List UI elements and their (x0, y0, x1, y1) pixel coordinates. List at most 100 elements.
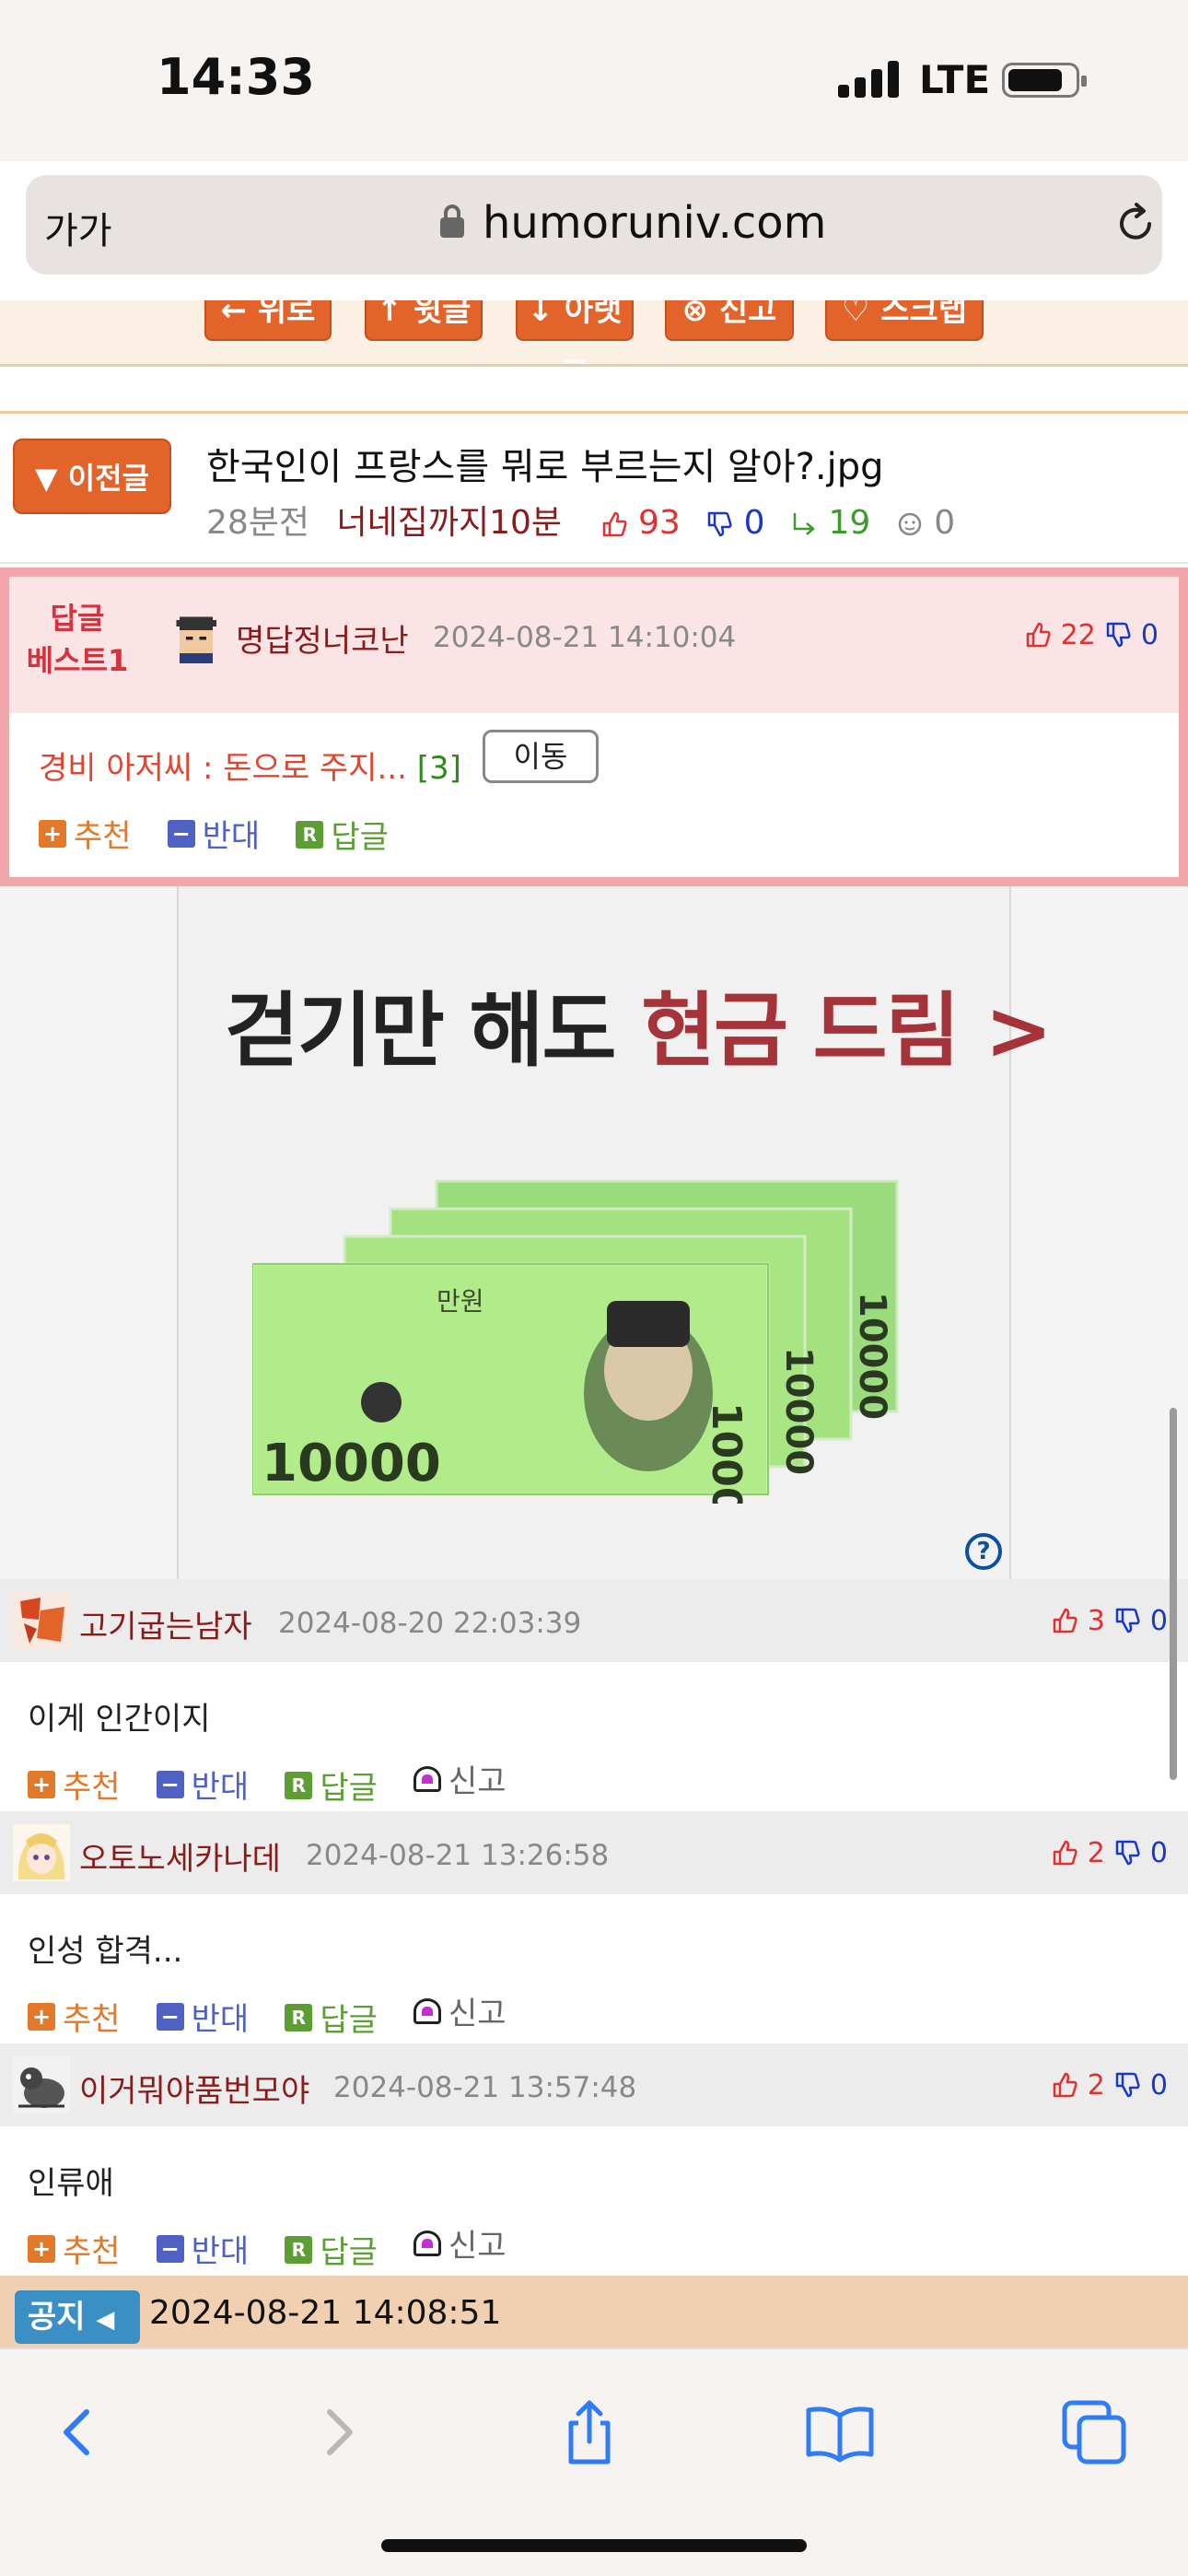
reply-icon: R (285, 1771, 313, 1799)
thumbs-up-icon[interactable] (1051, 1607, 1078, 1634)
comment-votes: 3 0 (1051, 1605, 1168, 1637)
report-button[interactable]: 신고 (413, 1756, 507, 1801)
comment-actions: + 추천 − 반대 R 답글 신고 (28, 2220, 538, 2272)
oppose-button[interactable]: − 반대 (156, 2226, 249, 2271)
smiley-icon (898, 512, 921, 536)
comment-date: 2024-08-20 22:03:39 (278, 1607, 582, 1640)
reply-button[interactable]: R 답글 (285, 1995, 378, 2040)
back-icon[interactable] (42, 2395, 116, 2469)
siren-icon (413, 1997, 441, 2024)
thumbs-up-icon[interactable] (1024, 621, 1052, 649)
comment-downvotes: 0 (1149, 1605, 1168, 1637)
best-reply-text[interactable]: 경비 아저씨 : 돈으로 주지... [3] (39, 743, 461, 788)
svg-text:10000: 10000 (851, 1292, 893, 1420)
comment-date: 2024-08-21 13:26:58 (306, 1839, 610, 1872)
comment-actions: + 추천 − 반대 R 답글 신고 (28, 1988, 538, 2040)
comment-nickname[interactable]: 이거뭐야품번모야 (79, 2066, 309, 2111)
prev-post-author: 너네집까지10분 (336, 504, 563, 542)
lock-icon (440, 205, 464, 238)
recommend-button[interactable]: + 추천 (28, 1994, 121, 2039)
ad-help-icon[interactable]: ? (965, 1533, 1002, 1570)
comment-votes: 2 0 (1051, 1837, 1168, 1869)
notice-date: 2024-08-21 14:08:51 (149, 2294, 502, 2332)
comment-nickname[interactable]: 오토노세카나데 (79, 1833, 281, 1879)
prev-post-meta: 28분전 너네집까지10분 93 0 19 0 (206, 496, 955, 544)
comment-downvotes: 0 (1149, 1837, 1168, 1869)
thumbs-down-icon[interactable] (1104, 621, 1132, 649)
prev-post-row[interactable]: ▼ 이전글 한국인이 프랑스를 뭐로 부르는지 알아?.jpg 28분전 너네집… (0, 416, 1188, 564)
move-button[interactable]: 이동 (483, 730, 599, 783)
reload-icon[interactable] (1112, 201, 1159, 247)
prev-post-button[interactable]: ▼ 이전글 (13, 439, 171, 514)
svg-text:10000: 10000 (777, 1347, 820, 1475)
forward-icon[interactable] (300, 2395, 374, 2469)
tabs-icon[interactable] (1057, 2395, 1131, 2469)
plus-icon: + (28, 2002, 55, 2031)
post-button-strip: ← 위로 ↑ 윗글 ↓ 아랫글 ⊗ 신고 ♡ 스크랩 (0, 300, 1188, 367)
comment-text: 인류애 (28, 2165, 114, 2202)
thumbs-down-icon[interactable] (1113, 2071, 1141, 2099)
url-text[interactable]: humoruniv.com (483, 197, 826, 249)
scrollbar[interactable] (1170, 1408, 1177, 1780)
address-bar[interactable]: 가가 humoruniv.com (26, 175, 1162, 275)
comment: 고기굽는남자 2024-08-20 22:03:39 3 0 이게 인간이지 +… (0, 1579, 1188, 1811)
minus-icon: − (167, 819, 195, 848)
prev-post-replies: 19 (828, 504, 871, 542)
reply-button[interactable]: R 답글 (285, 1762, 378, 1808)
plus-icon: + (28, 2234, 55, 2263)
share-icon[interactable] (553, 2395, 626, 2469)
comment-upvotes: 2 (1087, 2069, 1105, 2102)
comment-nickname[interactable]: 고기굽는남자 (79, 1601, 252, 1646)
prev-post-downvotes: 0 (743, 504, 765, 542)
siren-icon (413, 1765, 441, 1792)
best-reply: 답글 베스트1 명답정너코난 2024-08-21 14:10:04 22 0 … (0, 568, 1188, 886)
to-top-button[interactable]: ← 위로 (204, 300, 332, 341)
best-reply-count: [3] (416, 750, 461, 787)
thumbs-up-icon (602, 511, 627, 537)
notice-row[interactable]: 공지 ◀ 2024-08-21 14:08:51 (0, 2276, 1188, 2348)
network-label: LTE (919, 57, 991, 102)
next-article-button[interactable]: ↓ 아랫글 (516, 300, 634, 364)
prev-article-button[interactable]: ↑ 윗글 (365, 300, 483, 341)
reply-button[interactable]: R 답글 (296, 812, 389, 857)
status-time: 14:33 (157, 48, 315, 106)
comment: 이거뭐야품번모야 2024-08-21 13:57:48 2 0 인류애 + 추천… (0, 2043, 1188, 2276)
reply-icon: R (285, 2235, 313, 2264)
thumbs-down-icon[interactable] (1113, 1607, 1141, 1634)
report-button[interactable]: 신고 (413, 2220, 507, 2266)
oppose-button[interactable]: − 반대 (167, 811, 260, 856)
thumbs-down-icon[interactable] (1113, 1839, 1141, 1867)
battery-icon (1002, 63, 1087, 98)
prev-post-title[interactable]: 한국인이 프랑스를 뭐로 부르는지 알아?.jpg (206, 437, 884, 490)
recommend-button[interactable]: + 추천 (39, 811, 132, 856)
best-reply-actions: + 추천 − 반대 R 답글 (39, 811, 420, 857)
report-button[interactable]: ⊗ 신고 (665, 300, 794, 341)
banknotes-icon: 10000 만원 10000 10000 10000 (252, 1179, 899, 1504)
comment-downvotes: 0 (1149, 2069, 1168, 2102)
best-reply-date: 2024-08-21 14:10:04 (433, 621, 737, 654)
comment-text: 인성 합격... (28, 1933, 183, 1970)
recommend-button[interactable]: + 추천 (28, 2226, 121, 2271)
advertisement: 걷기만 해도 현금 드림 > 10000 만원 10000 10000 1000… (0, 886, 1188, 1579)
bookmarks-icon[interactable] (803, 2395, 877, 2469)
comment-header: 오토노세카나데 2024-08-21 13:26:58 2 0 (0, 1811, 1188, 1894)
oppose-button[interactable]: − 반대 (156, 1762, 249, 1807)
best-reply-nickname[interactable]: 명답정너코난 (236, 615, 409, 661)
status-bar: 14:33 LTE (0, 0, 1188, 161)
ad-headline[interactable]: 걷기만 해도 현금 드림 > (225, 966, 1053, 1083)
thumbs-up-icon[interactable] (1051, 1839, 1078, 1867)
plus-icon: + (28, 1770, 55, 1798)
reply-icon: R (296, 820, 324, 849)
svg-text:10000: 10000 (262, 1434, 441, 1493)
scrap-button[interactable]: ♡ 스크랩 (825, 300, 984, 341)
recommend-button[interactable]: + 추천 (28, 1762, 121, 1807)
report-button[interactable]: 신고 (413, 1988, 507, 2033)
oppose-button[interactable]: − 반대 (156, 1994, 249, 2039)
thumbs-up-icon[interactable] (1051, 2071, 1078, 2099)
reply-button[interactable]: R 답글 (285, 2227, 378, 2272)
comment: 오토노세카나데 2024-08-21 13:26:58 2 0 인성 합격...… (0, 1811, 1188, 2043)
notice-badge: 공지 ◀ (15, 2290, 140, 2344)
ad-banner[interactable]: 걷기만 해도 현금 드림 > 10000 만원 10000 10000 1000… (177, 886, 1053, 1579)
text-size-button[interactable]: 가가 (44, 201, 112, 254)
best-reply-downvotes: 0 (1140, 619, 1159, 651)
